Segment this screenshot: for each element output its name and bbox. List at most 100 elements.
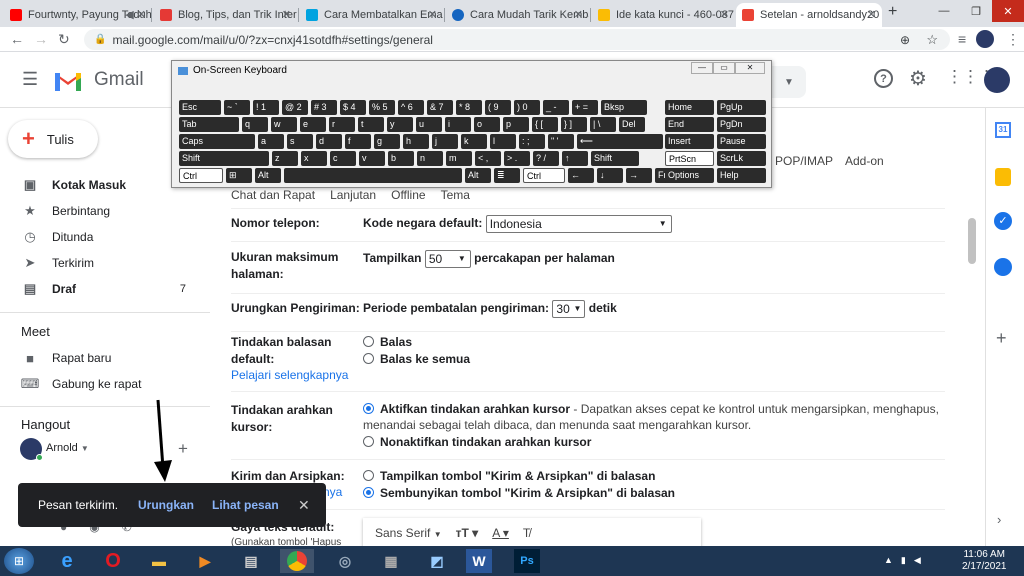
scrollbar-thumb[interactable] bbox=[968, 218, 976, 264]
osk-key[interactable]: → bbox=[626, 168, 652, 183]
osk-key[interactable]: Del bbox=[619, 117, 645, 132]
osk-key[interactable]: ⊞ bbox=[226, 168, 252, 183]
close-tab-icon[interactable]: ✕ bbox=[574, 8, 583, 21]
app-icon[interactable]: ◩ bbox=[420, 549, 454, 573]
sidebar-item-snoozed[interactable]: ◷ Ditunda bbox=[0, 224, 200, 250]
menu-icon[interactable]: ⋮ bbox=[1006, 31, 1020, 48]
font-family-select[interactable]: Sans Serif ▼ bbox=[375, 526, 442, 540]
reload-icon[interactable]: ↻ bbox=[58, 31, 70, 48]
osk-key[interactable]: q bbox=[242, 117, 268, 132]
opera-icon[interactable]: O bbox=[96, 549, 130, 573]
osk-key[interactable]: p bbox=[503, 117, 529, 132]
help-icon[interactable]: ? bbox=[874, 69, 893, 88]
close-tab-icon[interactable]: ✕ bbox=[867, 8, 876, 21]
osk-key[interactable]: ← bbox=[568, 168, 594, 183]
osk-key[interactable]: m bbox=[446, 151, 472, 166]
close-window-icon[interactable]: ✕ bbox=[735, 62, 765, 74]
close-tab-icon[interactable]: ◀ ✕ bbox=[125, 8, 146, 21]
osk-key[interactable]: b bbox=[388, 151, 414, 166]
browser-tab[interactable]: Cara Mudah Tarik Kembali ✕ bbox=[446, 3, 589, 27]
internet-explorer-icon[interactable]: e bbox=[50, 549, 84, 573]
back-icon[interactable]: ← bbox=[10, 31, 24, 47]
osk-key[interactable]: k bbox=[461, 134, 487, 149]
osk-key[interactable]: j bbox=[432, 134, 458, 149]
media-player-icon[interactable]: ▶ bbox=[188, 549, 222, 573]
osk-key[interactable]: l bbox=[490, 134, 516, 149]
tab-offline[interactable]: Offline bbox=[391, 188, 425, 202]
chrome-icon[interactable] bbox=[280, 549, 314, 573]
close-snackbar-icon[interactable]: ✕ bbox=[298, 497, 310, 514]
app-icon[interactable]: ▦ bbox=[374, 549, 408, 573]
osk-key[interactable]: v bbox=[359, 151, 385, 166]
osk-key[interactable]: + = bbox=[572, 100, 598, 115]
page-size-select[interactable]: 50 ▼ bbox=[424, 250, 471, 268]
main-menu-icon[interactable]: ☰ bbox=[22, 69, 38, 90]
osk-nav-key[interactable]: Pause bbox=[717, 134, 766, 149]
osk-key[interactable]: ↑ bbox=[562, 151, 588, 166]
osk-key[interactable]: x bbox=[301, 151, 327, 166]
send-archive-option-show[interactable]: Tampilkan tombol "Kirim & Arsipkan" di b… bbox=[363, 468, 655, 485]
meet-join-meeting[interactable]: ⌨ Gabung ke rapat bbox=[0, 371, 200, 397]
contacts-icon[interactable] bbox=[994, 258, 1012, 276]
osk-key[interactable]: d bbox=[316, 134, 342, 149]
tab-themes[interactable]: Tema bbox=[441, 188, 470, 202]
osk-key[interactable]: f bbox=[345, 134, 371, 149]
app-icon[interactable]: ◎ bbox=[328, 549, 362, 573]
browser-tab[interactable]: Fourtwnty, Payung Teduh ◀ ✕ bbox=[4, 3, 152, 27]
reply-option-reply[interactable]: Balas bbox=[363, 334, 412, 351]
maximize-icon[interactable]: ▭ bbox=[713, 62, 735, 74]
osk-nav-key[interactable]: Home bbox=[665, 100, 714, 115]
clock[interactable]: 11:06 AM 2/17/2021 bbox=[962, 549, 1007, 573]
osk-key[interactable]: { [ bbox=[532, 117, 558, 132]
osk-key[interactable]: w bbox=[271, 117, 297, 132]
osk-key[interactable]: < , bbox=[475, 151, 501, 166]
osk-key[interactable]: Shift bbox=[591, 151, 639, 166]
osk-key[interactable]: ( 9 bbox=[485, 100, 511, 115]
font-size-icon[interactable]: ᴛT ▾ bbox=[456, 526, 479, 540]
profile-avatar[interactable] bbox=[976, 30, 994, 48]
osk-key[interactable]: c bbox=[330, 151, 356, 166]
osk-key[interactable]: r bbox=[329, 117, 355, 132]
radio-button[interactable] bbox=[363, 336, 374, 347]
file-explorer-icon[interactable]: ▬ bbox=[142, 549, 176, 573]
osk-key[interactable]: s bbox=[287, 134, 313, 149]
osk-key[interactable]: Ctrl bbox=[179, 168, 223, 183]
osk-key[interactable]: * 8 bbox=[456, 100, 482, 115]
osk-key[interactable]: e bbox=[300, 117, 326, 132]
tab-advanced[interactable]: Lanjutan bbox=[330, 188, 376, 202]
osk-key[interactable]: ! 1 bbox=[253, 100, 279, 115]
maximize-icon[interactable]: ❐ bbox=[960, 0, 992, 22]
add-hangout-button[interactable]: + bbox=[178, 439, 188, 459]
osk-nav-key[interactable]: PgUp bbox=[717, 100, 766, 115]
osk-key[interactable]: Alt bbox=[465, 168, 491, 183]
account-avatar[interactable] bbox=[984, 67, 1010, 93]
osk-key[interactable]: h bbox=[403, 134, 429, 149]
osk-key[interactable]: Alt bbox=[255, 168, 281, 183]
tab-chat-meet[interactable]: Chat dan Rapat bbox=[231, 188, 315, 202]
reply-option-reply-all[interactable]: Balas ke semua bbox=[363, 351, 470, 368]
calendar-icon[interactable]: 31 bbox=[995, 122, 1011, 138]
word-icon[interactable]: W bbox=[466, 549, 492, 573]
photoshop-icon[interactable]: Ps bbox=[514, 549, 540, 573]
osk-nav-key[interactable]: Help bbox=[717, 168, 766, 183]
osk-key[interactable] bbox=[284, 168, 462, 183]
osk-key[interactable]: g bbox=[374, 134, 400, 149]
learn-more-link[interactable]: Pelajari selengkapnya bbox=[231, 368, 348, 382]
osk-key[interactable]: & 7 bbox=[427, 100, 453, 115]
chevron-right-icon[interactable]: › bbox=[997, 512, 1001, 527]
sidebar-item-drafts[interactable]: ▤ Draf 7 bbox=[0, 276, 200, 302]
forward-icon[interactable]: → bbox=[34, 31, 48, 47]
osk-nav-key[interactable]: Insert bbox=[665, 134, 714, 149]
osk-key[interactable]: ~ ` bbox=[224, 100, 250, 115]
close-tab-icon[interactable]: ✕ bbox=[428, 8, 437, 21]
text-color-icon[interactable]: A ▾ bbox=[492, 526, 509, 540]
radio-button[interactable] bbox=[363, 353, 374, 364]
browser-tab[interactable]: Cara Membatalkan Email ✕ bbox=[300, 3, 443, 27]
zoom-icon[interactable]: ⊕ bbox=[900, 33, 910, 47]
osk-key[interactable]: : ; bbox=[519, 134, 545, 149]
meet-new-meeting[interactable]: ■ Rapat baru bbox=[0, 345, 200, 371]
osk-key[interactable]: Caps bbox=[179, 134, 255, 149]
close-window-icon[interactable]: ✕ bbox=[992, 0, 1024, 22]
browser-tab-active[interactable]: Setelan - arnoldsandy20 ✕ bbox=[736, 3, 882, 27]
osk-key[interactable]: ⟵ bbox=[577, 134, 663, 149]
